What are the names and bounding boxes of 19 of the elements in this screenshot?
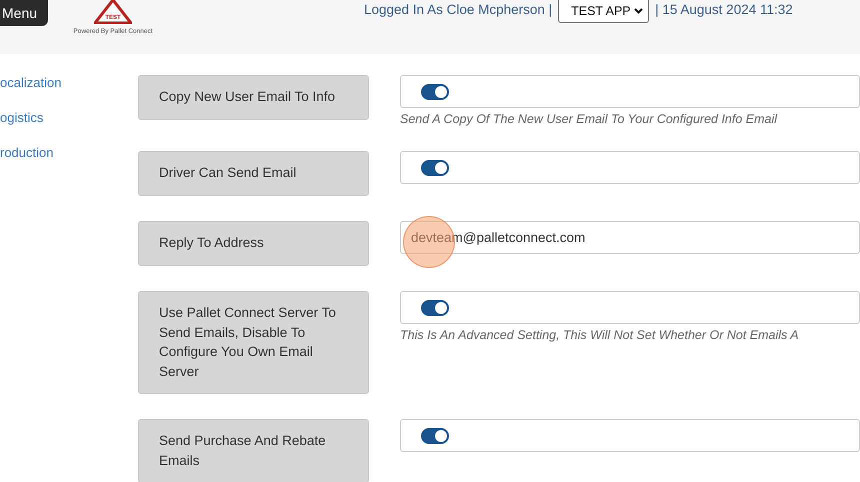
setting-label: Reply To Address [138,221,369,266]
toggle-switch[interactable] [421,84,449,100]
setting-hint: Send A Copy Of The New User Email To Your Configured Info Email [400,112,778,126]
toggle-switch[interactable] [421,428,449,444]
toggle-switch[interactable] [421,160,449,176]
setting-label: Use Pallet Connect Server To Send Emails, Disable To Configure You Own Email Server [138,291,369,394]
toggle-switch[interactable] [421,300,449,316]
sidebar-link[interactable]: ogistics [0,110,44,126]
setting-label: Copy New User Email To Info [138,75,369,120]
setting-label: Send Purchase And Rebate Emails [138,419,369,482]
chevron-down-icon [634,8,644,14]
setting-label: Driver Can Send Email [138,151,369,196]
logged-in-text: Logged In As Cloe Mcpherson | [364,2,552,17]
date-time-text: | 15 August 2024 11:32 [655,2,793,17]
sidebar-link[interactable]: roduction [0,145,54,161]
setting-hint: This Is An Advanced Setting, This Will Not Set Whether Or Not Emails A [400,328,799,342]
app-select[interactable]: TEST APP [558,0,650,23]
sidebar-link[interactable]: ocalization [0,75,62,91]
menu-button[interactable]: Menu [0,0,48,26]
